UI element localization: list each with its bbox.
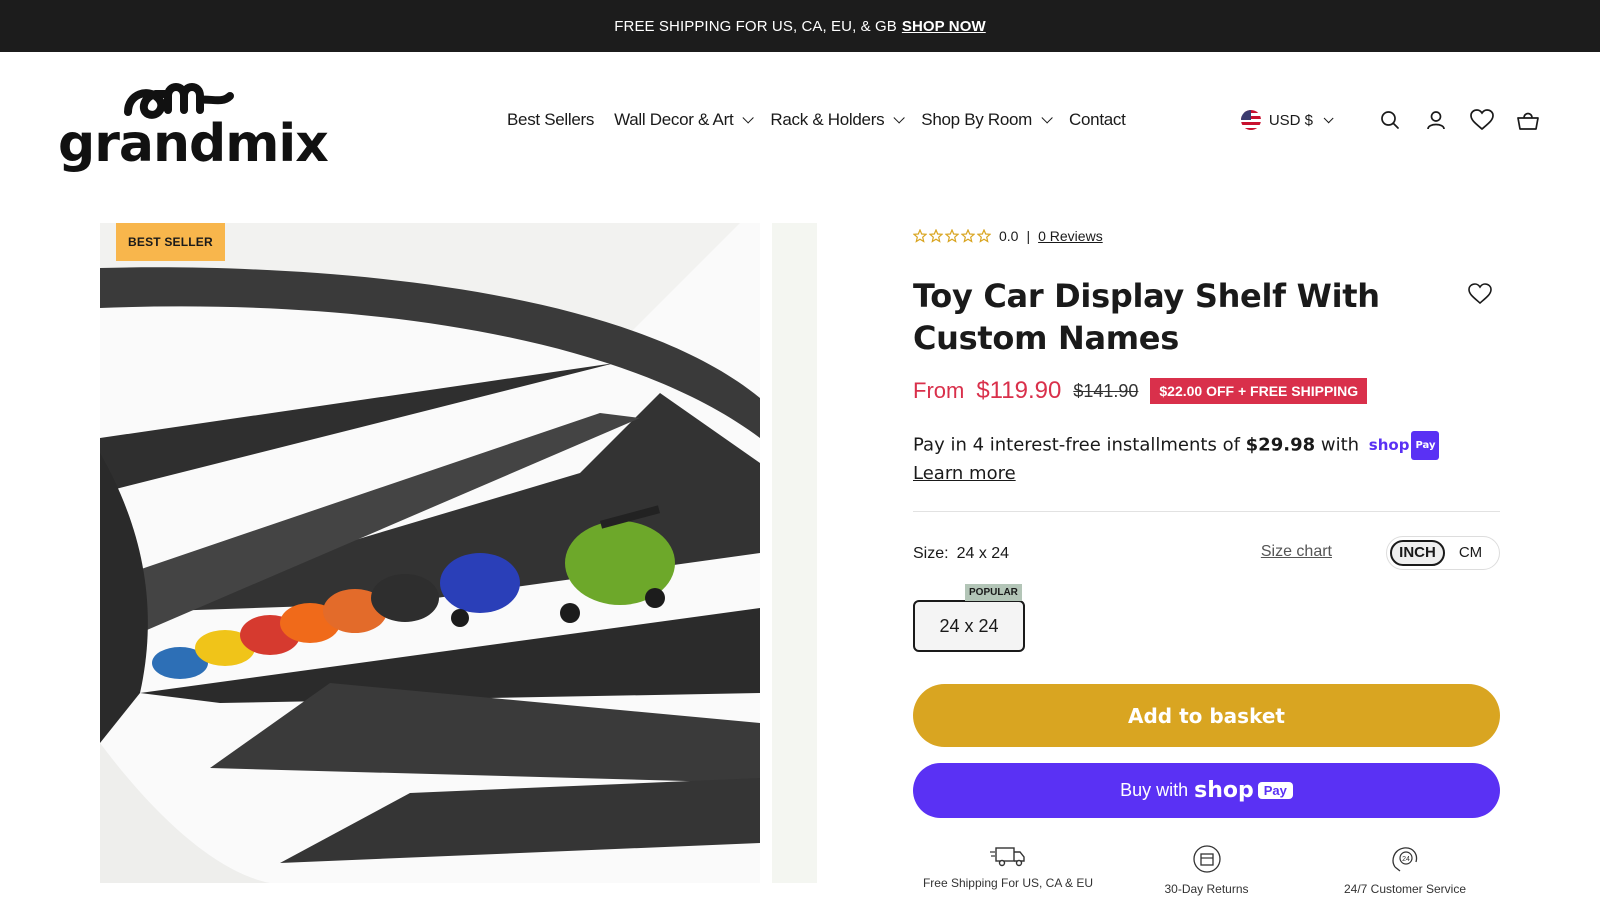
wishlist-icon[interactable]: [1470, 108, 1494, 132]
returns-box-icon: [1192, 845, 1221, 873]
shop-pay-tag: Pay: [1257, 782, 1293, 799]
delivery-truck-icon: [990, 847, 1025, 867]
product-photo-illustration: [100, 223, 760, 883]
svg-text:24: 24: [1402, 856, 1410, 863]
shop-brand-text: shop: [1194, 778, 1254, 803]
rating-row: 0.0 | 0 Reviews: [913, 223, 1500, 249]
feature-label: Free Shipping For US, CA & EU: [922, 876, 1094, 890]
price-row: From $119.90 $141.90 $22.00 OFF + FREE S…: [913, 377, 1500, 405]
header-actions: USD $: [1240, 108, 1540, 132]
feature-label: 30-Day Returns: [1164, 882, 1249, 896]
feature-free-shipping: Free Shipping For US, CA & EU: [913, 844, 1103, 896]
sale-price: $119.90: [976, 377, 1062, 404]
nav-label: Shop By Room: [921, 110, 1033, 129]
learn-more-link[interactable]: Learn more: [913, 463, 1016, 484]
search-icon[interactable]: [1378, 108, 1402, 132]
brand-logo[interactable]: grandmix: [58, 74, 329, 174]
feature-customer-service: 24 24/7 Customer Service: [1310, 844, 1500, 896]
currency-label: USD $: [1268, 111, 1313, 129]
size-row: Size: 24 x 24 Size chart INCH CM: [913, 536, 1500, 570]
announcement-text: FREE SHIPPING FOR US, CA, EU, & GB: [614, 17, 897, 35]
reviews-link[interactable]: 0 Reviews: [1038, 228, 1103, 244]
product-info: 0.0 | 0 Reviews Toy Car Display Shelf Wi…: [913, 223, 1500, 896]
cart-icon[interactable]: [1516, 108, 1540, 132]
next-image-peek[interactable]: [772, 223, 817, 883]
variant-option-24x24[interactable]: 24 x 24: [913, 600, 1025, 652]
support-24-icon: 24: [1392, 847, 1418, 872]
chevron-down-icon: [1323, 112, 1334, 123]
star-icon: [913, 229, 927, 243]
star-icon: [961, 229, 975, 243]
site-header: grandmix Best Sellers Wall Decor & Art R…: [0, 52, 1600, 198]
nav-label: Rack & Holders: [770, 110, 885, 129]
unit-toggle: INCH CM: [1386, 536, 1500, 570]
wishlist-heart-icon[interactable]: [1468, 283, 1492, 307]
installment-amount: $29.98: [1245, 434, 1316, 456]
product-title: Toy Car Display Shelf With Custom Names: [913, 277, 1380, 357]
unit-inch-option[interactable]: INCH: [1390, 540, 1445, 566]
compare-price: $141.90: [1073, 380, 1139, 401]
feature-list: Free Shipping For US, CA & EU 30-Day Ret…: [913, 844, 1500, 896]
currency-selector[interactable]: USD $: [1240, 110, 1334, 130]
installments-prefix: Pay in 4 interest-free installments of: [913, 434, 1240, 456]
buy-with-shoppay-button[interactable]: Buy with shop Pay: [913, 763, 1500, 818]
rating-separator: |: [1026, 228, 1031, 244]
nav-best-sellers[interactable]: Best Sellers: [507, 110, 594, 130]
installments-suffix: with: [1320, 434, 1360, 456]
variant-picker: POPULAR 24 x 24: [913, 584, 1500, 652]
nav-label: Wall Decor & Art: [614, 110, 734, 129]
size-label: Size:: [913, 545, 949, 562]
nav-rack-holders[interactable]: Rack & Holders: [770, 110, 906, 130]
feature-label: 24/7 Customer Service: [1343, 882, 1467, 896]
feature-returns: 30-Day Returns: [1112, 844, 1302, 896]
star-icon: [945, 229, 959, 243]
best-seller-badge: BEST SELLER: [116, 223, 225, 261]
nav-label: Contact: [1069, 110, 1126, 129]
chevron-down-icon: [742, 112, 755, 124]
price-prefix: From: [913, 378, 965, 403]
discount-badge: $22.00 OFF + FREE SHIPPING: [1150, 378, 1368, 404]
shoppay-mini-text: shop: [1368, 436, 1410, 454]
shop-now-link[interactable]: SHOP NOW: [902, 18, 986, 35]
nav-wall-decor[interactable]: Wall Decor & Art: [614, 110, 755, 130]
nav-contact[interactable]: Contact: [1069, 110, 1126, 130]
popular-badge: POPULAR: [965, 584, 1022, 601]
installments-text: Pay in 4 interest-free installments of $…: [913, 431, 1500, 487]
unit-cm-option[interactable]: CM: [1445, 540, 1496, 566]
account-icon[interactable]: [1424, 108, 1448, 132]
shoppay-logo-icon: shop Pay: [1369, 431, 1440, 460]
size-value: 24 x 24: [956, 545, 1010, 562]
rating-value: 0.0: [999, 228, 1019, 244]
rating-stars: [913, 229, 991, 243]
product-image[interactable]: [100, 223, 760, 883]
us-flag-icon: [1240, 110, 1261, 130]
buy-with-label: Buy with: [1120, 780, 1189, 800]
shoppay-mini-pay: Pay: [1411, 431, 1440, 460]
star-icon: [929, 229, 943, 243]
main-nav: Best Sellers Wall Decor & Art Rack & Hol…: [507, 110, 1146, 130]
divider: [913, 511, 1500, 512]
chevron-down-icon: [893, 112, 906, 124]
size-chart-link[interactable]: Size chart: [1261, 543, 1332, 561]
add-to-basket-button[interactable]: Add to basket: [913, 684, 1500, 747]
chevron-down-icon: [1041, 112, 1053, 124]
nav-label: Best Sellers: [507, 110, 595, 129]
star-icon: [977, 229, 991, 243]
announcement-bar: FREE SHIPPING FOR US, CA, EU, & GB SHOP …: [0, 0, 1600, 52]
nav-shop-by-room[interactable]: Shop By Room: [921, 110, 1053, 130]
logo-text: grandmix: [58, 114, 329, 174]
